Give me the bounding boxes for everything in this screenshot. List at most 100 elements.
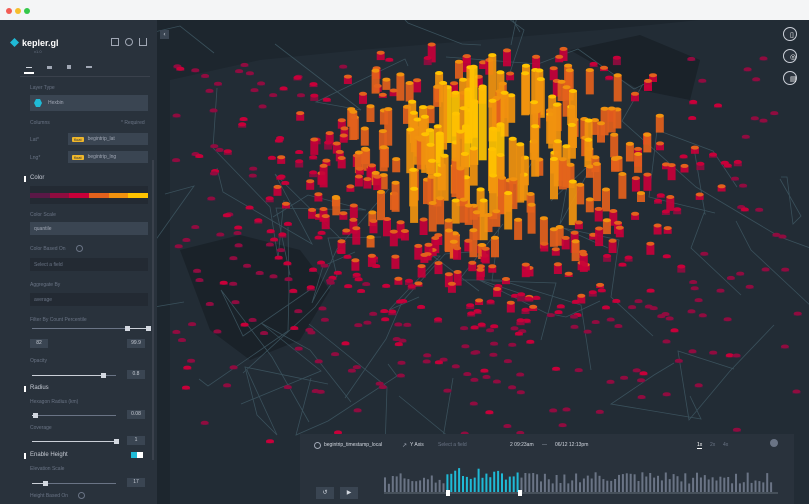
aggregate-by-select[interactable]: average — [30, 293, 148, 306]
lat-field-select[interactable]: float begintrip_lat — [68, 133, 148, 145]
lat-field-value: begintrip_lat — [87, 136, 115, 142]
hexbin-column — [731, 176, 739, 181]
hexbin-column — [377, 189, 385, 221]
hexbin-column — [688, 116, 697, 120]
hexbin-column — [209, 171, 218, 176]
hex-radius-slider[interactable] — [32, 413, 116, 418]
clock-icon — [314, 442, 321, 449]
time-start: 2 09:23am — [510, 442, 534, 448]
hexbin-column — [695, 192, 704, 200]
histogram-bar — [446, 474, 449, 492]
app-version: v1.0 — [34, 49, 42, 54]
hexbin-column — [245, 71, 254, 76]
hexbin-column — [257, 81, 266, 86]
hexbin-column — [172, 158, 181, 163]
speed-2x[interactable]: 2x — [710, 442, 715, 448]
tab-interactions-icon[interactable] — [64, 62, 74, 72]
hexbin-column — [584, 137, 593, 167]
color-section-title[interactable]: Color — [30, 175, 44, 181]
height-based-on-info-icon[interactable] — [78, 492, 85, 499]
hexbin-column — [506, 300, 515, 313]
play-button[interactable]: ▶ — [340, 487, 358, 499]
color-based-on-info-icon[interactable] — [76, 245, 83, 252]
hexbin-column — [376, 50, 385, 61]
hexbin-column — [351, 258, 360, 271]
hexbin-column — [634, 152, 643, 173]
panel-scrollbar[interactable] — [152, 160, 154, 460]
hexbin-column — [322, 97, 331, 102]
filter-percentile-slider[interactable] — [32, 326, 151, 331]
hexbin-column — [352, 226, 361, 245]
speed-4x[interactable]: 4x — [723, 442, 728, 448]
header-icons — [111, 38, 147, 46]
hexbin-column — [526, 339, 535, 344]
filter-percentile-label: Filter By Count Percentile — [30, 317, 87, 323]
hexbin-column — [389, 229, 398, 247]
palette-swatch — [89, 193, 109, 198]
elevation-scale-input[interactable]: 17 — [127, 478, 145, 487]
lng-field-select[interactable]: float begintrip_lng — [68, 151, 148, 163]
minimize-dot-icon[interactable] — [15, 8, 21, 14]
color-based-on-select[interactable]: Select a field — [30, 258, 148, 271]
maximize-dot-icon[interactable] — [24, 8, 30, 14]
hexbin-column — [205, 88, 214, 93]
reset-button[interactable]: ↺ — [316, 487, 334, 499]
color-section-bar — [24, 176, 26, 182]
color-scale-select[interactable]: quantile — [30, 222, 148, 235]
tab-layers-icon[interactable] — [24, 62, 34, 74]
filter-max-input[interactable]: 99.9 — [127, 339, 145, 348]
histogram-bar — [606, 480, 609, 492]
range-start-handle[interactable] — [446, 490, 450, 496]
tab-basemap-icon[interactable] — [84, 62, 94, 72]
coverage-handle[interactable] — [114, 439, 119, 444]
layer-type-select[interactable]: Hexbin — [30, 95, 148, 111]
hexbin-column — [308, 207, 317, 219]
layer-legend-icon[interactable]: ◎ — [783, 49, 797, 63]
hexbin-column — [612, 55, 621, 66]
collapse-panel-button[interactable]: ‹ — [160, 30, 169, 39]
elevation-handle[interactable] — [42, 481, 48, 486]
hexbin-column — [568, 179, 577, 226]
coverage-slider[interactable] — [32, 439, 119, 444]
color-palette-bar[interactable] — [30, 193, 149, 198]
tab-filters-icon[interactable] — [44, 62, 54, 72]
hexbin-column — [761, 267, 770, 272]
hexbin-column — [690, 145, 699, 154]
timeline-field-name[interactable]: begintrip_timestamp_local — [324, 442, 382, 448]
hexbin-column — [625, 141, 634, 162]
elevation-scale-slider[interactable] — [32, 481, 116, 486]
hexbin-column — [240, 62, 249, 67]
filter-min-input[interactable]: 82 — [30, 339, 48, 348]
opacity-input[interactable]: 0.8 — [127, 370, 145, 379]
time-histogram[interactable] — [384, 466, 778, 498]
opacity-slider[interactable] — [32, 373, 116, 378]
hexbin-column — [661, 209, 670, 215]
radius-section-title[interactable]: Radius — [30, 385, 49, 391]
hex-radius-input[interactable]: 0.08 — [127, 410, 145, 419]
info-icon[interactable] — [125, 38, 133, 46]
filter-min-handle[interactable] — [125, 326, 131, 331]
map-draw-icon[interactable]: ▤ — [783, 71, 797, 85]
hexbin-column — [385, 57, 394, 62]
split-map-icon[interactable]: ▯ — [783, 27, 797, 41]
hexbin-column — [583, 329, 592, 334]
close-dot-icon[interactable] — [6, 8, 12, 14]
speed-1x[interactable]: 1x — [697, 442, 703, 449]
hexbin-column — [460, 326, 469, 331]
range-end-handle[interactable] — [518, 490, 522, 496]
y-axis-select[interactable]: Select a field — [438, 442, 467, 448]
coverage-input[interactable]: 1 — [127, 436, 145, 445]
hexbin-column — [555, 54, 564, 63]
opacity-handle[interactable] — [101, 373, 107, 378]
histogram-bar — [528, 473, 531, 492]
hexbin-column — [694, 383, 703, 388]
share-icon[interactable] — [111, 38, 119, 46]
hexbin-column — [662, 254, 671, 259]
hex-radius-handle[interactable] — [32, 413, 38, 418]
export-icon[interactable] — [139, 38, 147, 46]
hexbin-column — [614, 324, 623, 328]
hexbin-column — [279, 86, 288, 91]
enable-height-toggle[interactable] — [131, 452, 143, 458]
close-timeline-icon[interactable] — [770, 439, 778, 447]
filter-max-handle[interactable] — [145, 326, 151, 331]
